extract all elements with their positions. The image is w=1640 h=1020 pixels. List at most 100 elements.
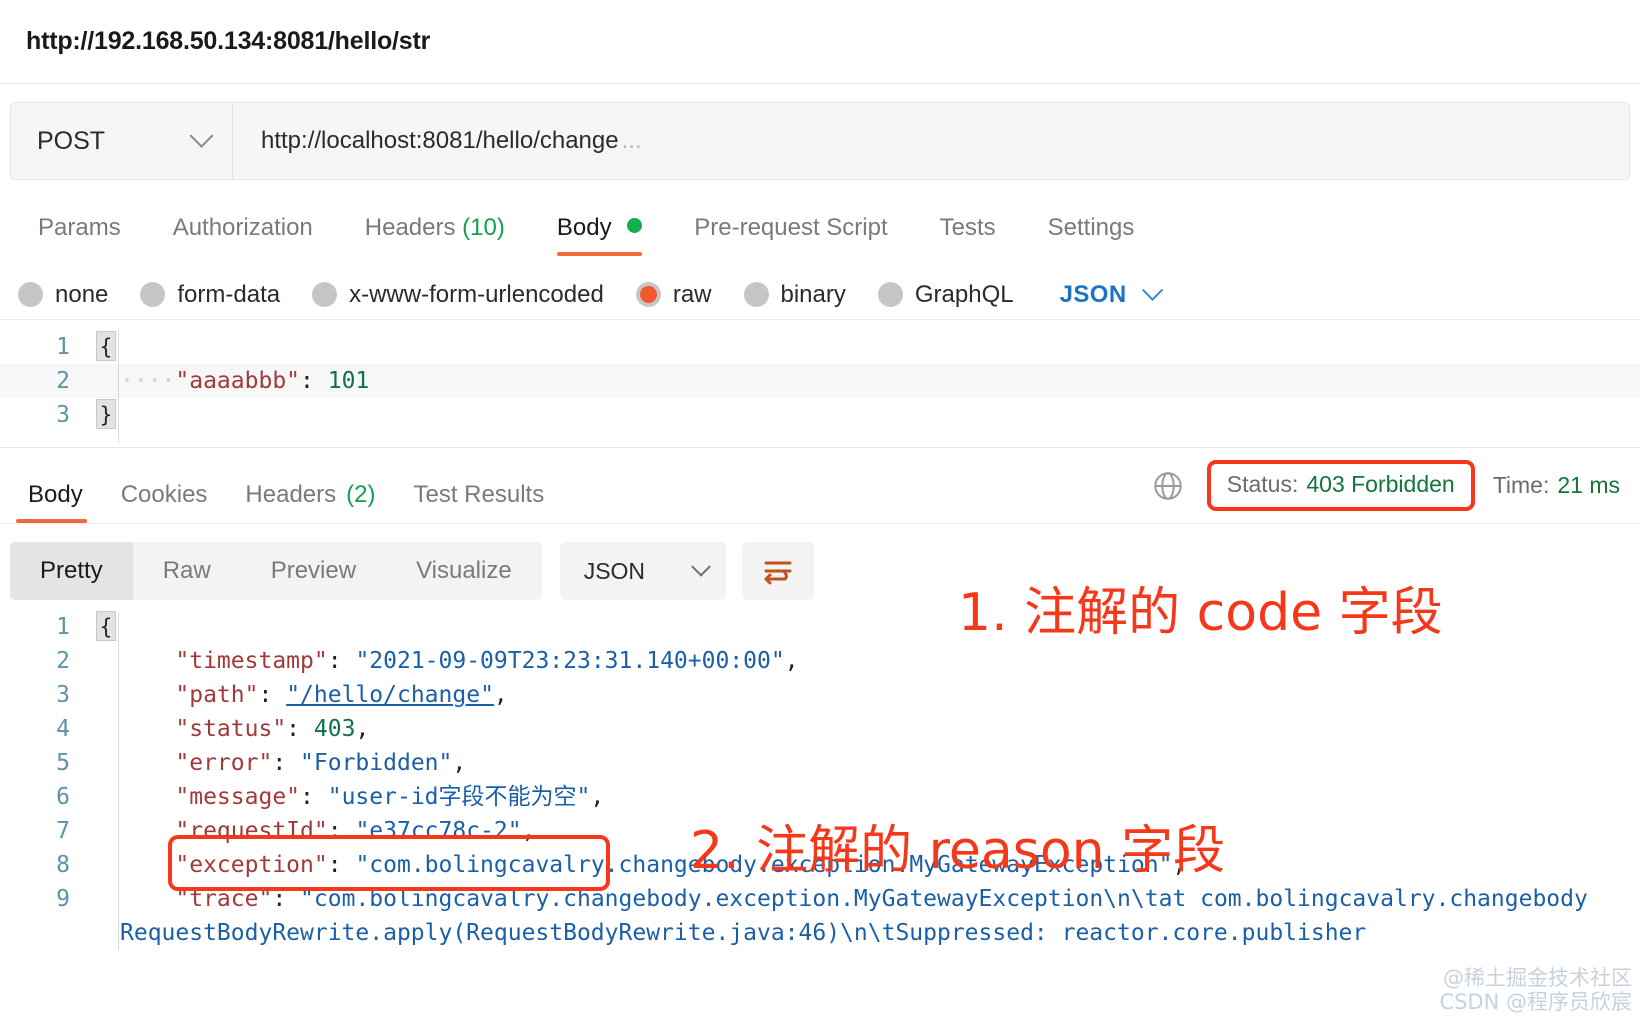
watermark-line-2: CSDN @程序员欣宸 [1439,989,1632,1014]
json-colon: : [286,716,301,742]
json-key: "timestamp" [175,648,328,674]
json-colon: : [327,852,342,878]
tab-headers-count: (10) [462,214,505,241]
json-comma: , [590,784,605,810]
radio-none[interactable]: none [18,281,108,309]
tab-headers[interactable]: Headers (10) [339,214,531,256]
radio-form-data-icon [140,282,166,307]
raw-format-select[interactable]: JSON [1060,279,1163,309]
json-value: 403 [313,716,356,742]
fold-brace: { [96,331,116,361]
code-line-content: "requestId": "e37cc78c-2", [120,814,535,848]
radio-binary-icon [743,282,769,307]
code-line: 2 "timestamp": "2021-09-09T23:23:31.140+… [0,644,1640,678]
request-url-bar: POST http://localhost:8081/hello/change.… [10,102,1630,180]
chevron-down-icon [189,123,214,148]
json-colon: : [327,648,342,674]
response-tab-body-label: Body [28,481,83,508]
json-key: "error" [175,750,273,776]
json-value-link[interactable]: "/hello/change" [286,682,494,708]
code-line-content: "path": "/hello/change", [120,678,507,712]
code-line-content: "status": 403, [120,712,369,746]
line-number: 3 [56,682,70,708]
view-mode-visualize[interactable]: Visualize [386,542,542,600]
code-line: 1 { [0,330,1640,364]
radio-raw[interactable]: raw [635,281,712,309]
response-tab-test-results[interactable]: Test Results [397,448,566,523]
wrap-lines-icon [764,561,792,585]
body-type-radio-group: none form-data x-www-form-urlencoded raw… [0,256,1640,320]
status-badge: Status: 403 Forbidden [1206,460,1475,511]
globe-icon[interactable] [1151,469,1185,503]
http-method-select[interactable]: POST [11,103,233,179]
response-status-area: Status: 403 Forbidden Time: 21 ms [1151,460,1626,511]
page-title: http://192.168.50.134:8081/hello/str [26,27,431,55]
annotation-reason-field: 2. 注解的 reason 字段 [690,821,1226,881]
radio-urlencoded-icon [312,282,338,307]
tab-pre-request-script[interactable]: Pre-request Script [668,214,913,256]
radio-none-icon [18,282,43,307]
fold-brace: } [96,399,116,429]
view-mode-visualize-label: Visualize [416,557,512,584]
chevron-down-icon [690,556,711,577]
radio-urlencoded[interactable]: x-www-form-urlencoded [312,281,604,309]
line-number: 8 [56,852,70,878]
view-mode-pretty[interactable]: Pretty [10,542,133,600]
response-view-mode-group: Pretty Raw Preview Visualize [10,542,542,600]
response-body-viewer[interactable]: 1 { 2 "timestamp": "2021-09-09T23:23:31.… [0,604,1640,950]
response-header-bar: Body Cookies Headers (2) Test Results St… [0,448,1640,524]
line-number: 4 [56,716,70,742]
fold-marker[interactable]: } [92,398,120,432]
radio-form-data[interactable]: form-data [140,281,280,309]
response-format-label: JSON [583,557,646,584]
tab-authorization-label: Authorization [172,214,313,241]
fold-marker[interactable]: { [92,330,120,364]
json-value: "user-id字段不能为空" [327,784,591,810]
response-tab-body[interactable]: Body [12,448,105,523]
request-url-input[interactable]: http://localhost:8081/hello/change... [233,103,1629,179]
tab-settings[interactable]: Settings [1022,214,1161,256]
line-number: 3 [56,402,70,428]
tab-body[interactable]: Body [531,214,668,256]
view-mode-preview-label: Preview [270,557,357,584]
code-line: 9 "trace": "com.bolingcavalry.changebody… [0,882,1640,916]
response-tab-cookies[interactable]: Cookies [105,448,230,523]
fold-marker[interactable]: { [92,610,120,644]
json-value: "Forbidden" [300,750,453,776]
radio-binary-label: binary [780,280,846,308]
line-number: 2 [56,368,70,394]
response-format-select[interactable]: JSON [559,542,726,600]
json-comma: , [521,818,536,844]
view-mode-preview[interactable]: Preview [241,542,386,600]
code-line-wrapped: RequestBodyRewrite.apply(RequestBodyRewr… [0,916,1640,950]
response-time: Time: 21 ms [1493,472,1620,499]
line-number: 5 [56,750,70,776]
code-line-content: "error": "Forbidden", [120,746,466,780]
status-value: 403 Forbidden [1306,471,1455,497]
response-tab-test-results-label: Test Results [413,481,545,508]
json-key: "trace" [175,886,273,912]
response-tab-headers[interactable]: Headers (2) [229,448,397,523]
fold-brace: { [96,611,116,641]
json-value: "com.bolingcavalry.changebody.exception.… [300,886,1588,912]
tab-tests[interactable]: Tests [914,214,1022,256]
status-label: Status: [1226,471,1299,497]
line-number: 1 [56,614,70,640]
tab-settings-label: Settings [1047,214,1135,241]
code-line: 2 ····"aaaabbb": 101 [0,364,1640,398]
request-body-editor[interactable]: 1 { 2 ····"aaaabbb": 101 3 } [0,320,1640,448]
radio-graphql[interactable]: GraphQL [877,281,1014,309]
watermark-line-1: @稀土掘金技术社区 [1443,965,1632,990]
tab-params[interactable]: Params [12,214,147,256]
view-mode-raw-label: Raw [162,557,211,584]
request-tabs: Params Authorization Headers (10) Body P… [0,180,1640,256]
json-colon: : [300,368,314,394]
code-line-content: "timestamp": "2021-09-09T23:23:31.140+00… [120,644,798,678]
response-tab-cookies-label: Cookies [120,481,208,508]
tab-authorization[interactable]: Authorization [147,214,339,256]
json-colon: : [300,784,314,810]
body-modified-dot-icon [627,218,643,233]
wrap-lines-button[interactable] [741,542,814,600]
radio-binary[interactable]: binary [743,280,846,309]
view-mode-raw[interactable]: Raw [133,542,241,600]
